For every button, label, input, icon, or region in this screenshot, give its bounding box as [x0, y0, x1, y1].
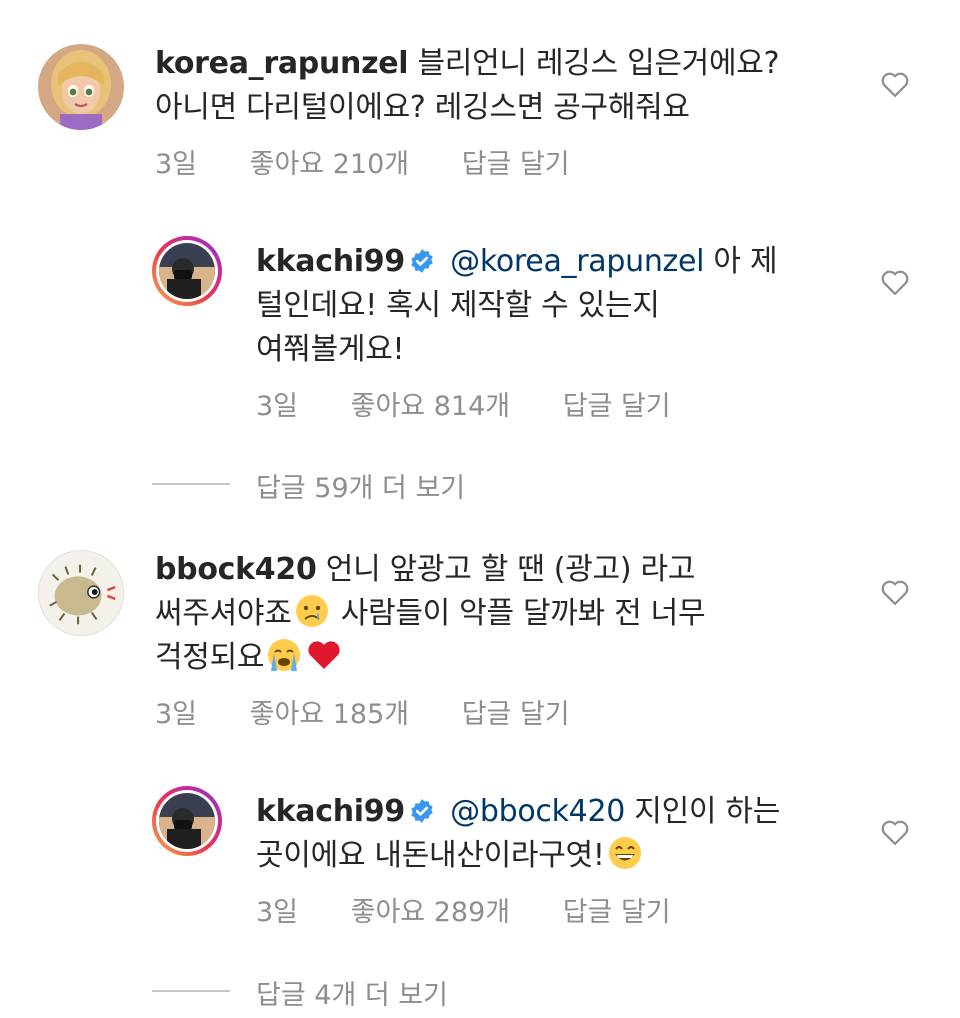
reply-body: 여쭤볼게요!	[256, 332, 405, 367]
comment-time: 3일	[155, 149, 198, 180]
reply-username[interactable]: kkachi99	[256, 794, 405, 829]
rapunzel-avatar-image	[38, 44, 124, 130]
reply-meta: 3일 좋아요 814개 답글 달기	[256, 384, 715, 423]
reply-body: 지인이 하는	[625, 794, 781, 829]
comment-text: korea_rapunzel 블리언니 레깅스 입은거에요? 아니면 다리털이에…	[155, 42, 855, 130]
comment-body: 언니 앞광고 할 땐 (광고) 라고	[316, 552, 696, 587]
comment-meta: 3일 좋아요 210개 답글 달기	[155, 142, 614, 181]
avatar[interactable]	[152, 236, 222, 306]
comment-username[interactable]: bbock420	[155, 552, 317, 587]
view-replies-divider	[152, 990, 230, 992]
reply-meta: 3일 좋아요 289개 답글 달기	[256, 890, 715, 929]
reply-body: 곳이에요 내돈내산이라구엿!	[256, 838, 605, 873]
comment-username[interactable]: korea_rapunzel	[155, 46, 409, 81]
avatar[interactable]	[38, 550, 124, 636]
reply-button[interactable]: 답글 달기	[462, 149, 570, 180]
crying-face-emoji-icon	[268, 639, 301, 671]
comment-body: 써주셔야죠	[155, 596, 292, 631]
reply-button[interactable]: 답글 달기	[563, 391, 671, 422]
heart-outline-icon[interactable]	[880, 70, 910, 98]
comment-body: 사람들이 악플 달까봐 전 너무	[331, 596, 706, 631]
likes-count[interactable]: 좋아요 814개	[351, 391, 510, 422]
view-replies-divider	[152, 483, 230, 485]
likes-count[interactable]: 좋아요 210개	[250, 149, 409, 180]
reply-text: kkachi99 @bbock420 지인이 하는 곳이에요 내돈내산이라구엿!	[256, 790, 856, 878]
reply-body: 아 제	[704, 244, 778, 279]
comment-body: 걱정되요	[155, 640, 265, 675]
heart-outline-icon[interactable]	[880, 578, 910, 606]
verified-badge-icon	[411, 249, 433, 273]
heart-outline-icon[interactable]	[880, 818, 910, 846]
comment-body: 블리언니 레깅스 입은거에요?	[408, 46, 780, 81]
pufferfish-avatar-image	[39, 551, 123, 635]
sad-face-emoji-icon	[295, 595, 328, 627]
view-more-replies-button[interactable]: 답글 59개 더 보기	[256, 466, 465, 505]
avatar[interactable]	[38, 44, 124, 130]
mention-link[interactable]: @bbock420	[450, 794, 625, 829]
reply-button[interactable]: 답글 달기	[462, 699, 570, 730]
comment-text: bbock420 언니 앞광고 할 땐 (광고) 라고 써주셔야죠 사람들이 악…	[155, 548, 855, 680]
grinning-face-emoji-icon	[608, 837, 641, 869]
reply-time: 3일	[256, 391, 299, 422]
likes-count[interactable]: 좋아요 185개	[250, 699, 409, 730]
red-heart-emoji-icon	[308, 641, 340, 669]
avatar[interactable]	[152, 786, 222, 856]
kkachi-avatar-image	[159, 793, 215, 849]
comment-time: 3일	[155, 699, 198, 730]
mention-link[interactable]: @korea_rapunzel	[450, 244, 704, 279]
heart-outline-icon[interactable]	[880, 268, 910, 296]
likes-count[interactable]: 좋아요 289개	[351, 897, 510, 928]
verified-badge-icon	[411, 799, 433, 823]
comment-body: 아니면 다리털이에요? 레깅스면 공구해줘요	[155, 90, 690, 125]
reply-text: kkachi99 @korea_rapunzel 아 제 털인데요! 혹시 제작…	[256, 240, 856, 372]
reply-body: 털인데요! 혹시 제작할 수 있는지	[256, 288, 660, 323]
reply-time: 3일	[256, 897, 299, 928]
reply-button[interactable]: 답글 달기	[563, 897, 671, 928]
comment-meta: 3일 좋아요 185개 답글 달기	[155, 692, 614, 731]
reply-username[interactable]: kkachi99	[256, 244, 405, 279]
view-more-replies-button[interactable]: 답글 4개 더 보기	[256, 973, 448, 1012]
kkachi-avatar-image	[159, 243, 215, 299]
